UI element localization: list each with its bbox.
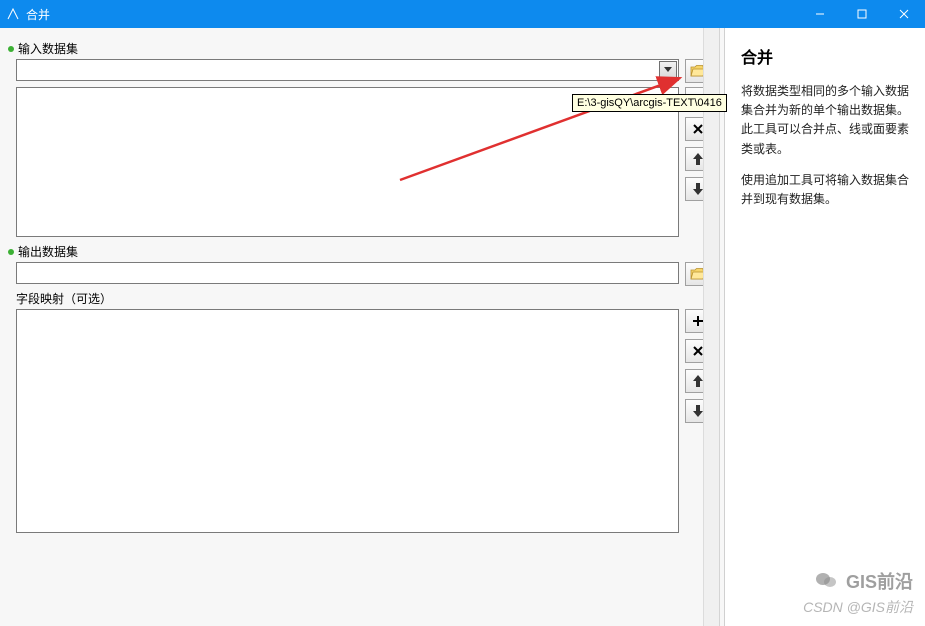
help-title: 合并 (741, 44, 909, 68)
main-area: 输入数据集 输出数据集 (0, 28, 925, 626)
close-button[interactable] (883, 0, 925, 28)
path-tooltip: E:\3-gisQY\arcgis-TEXT\0416 (572, 94, 727, 112)
output-dataset-label: 输出数据集 (0, 243, 719, 262)
title-bar: 合并 (0, 0, 925, 28)
label-text: 输入数据集 (18, 40, 78, 57)
help-panel: 合并 将数据类型相同的多个输入数据集合并为新的单个输出数据集。此工具可以合并点、… (725, 28, 925, 626)
input-datasets-label: 输入数据集 (0, 40, 719, 59)
maximize-button[interactable] (841, 0, 883, 28)
required-bullet-icon (8, 249, 14, 255)
field-mapping-list[interactable] (16, 309, 679, 533)
dropdown-arrow-button[interactable] (659, 61, 677, 79)
required-bullet-icon (8, 46, 14, 52)
minimize-button[interactable] (799, 0, 841, 28)
input-datasets-dropdown[interactable] (16, 59, 679, 81)
form-scrollbar[interactable] (703, 28, 719, 626)
tooltip-text: E:\3-gisQY\arcgis-TEXT\0416 (577, 97, 722, 109)
label-text: 字段映射（可选） (16, 290, 112, 307)
label-text: 输出数据集 (18, 243, 78, 260)
window-title: 合并 (26, 6, 799, 23)
app-icon (6, 7, 20, 21)
output-dataset-input[interactable] (16, 262, 679, 284)
form-panel: 输入数据集 输出数据集 (0, 28, 720, 626)
help-paragraph-1: 将数据类型相同的多个输入数据集合并为新的单个输出数据集。此工具可以合并点、线或面… (741, 82, 909, 159)
help-paragraph-2: 使用追加工具可将输入数据集合并到现有数据集。 (741, 171, 909, 209)
field-mapping-label: 字段映射（可选） (0, 290, 719, 309)
